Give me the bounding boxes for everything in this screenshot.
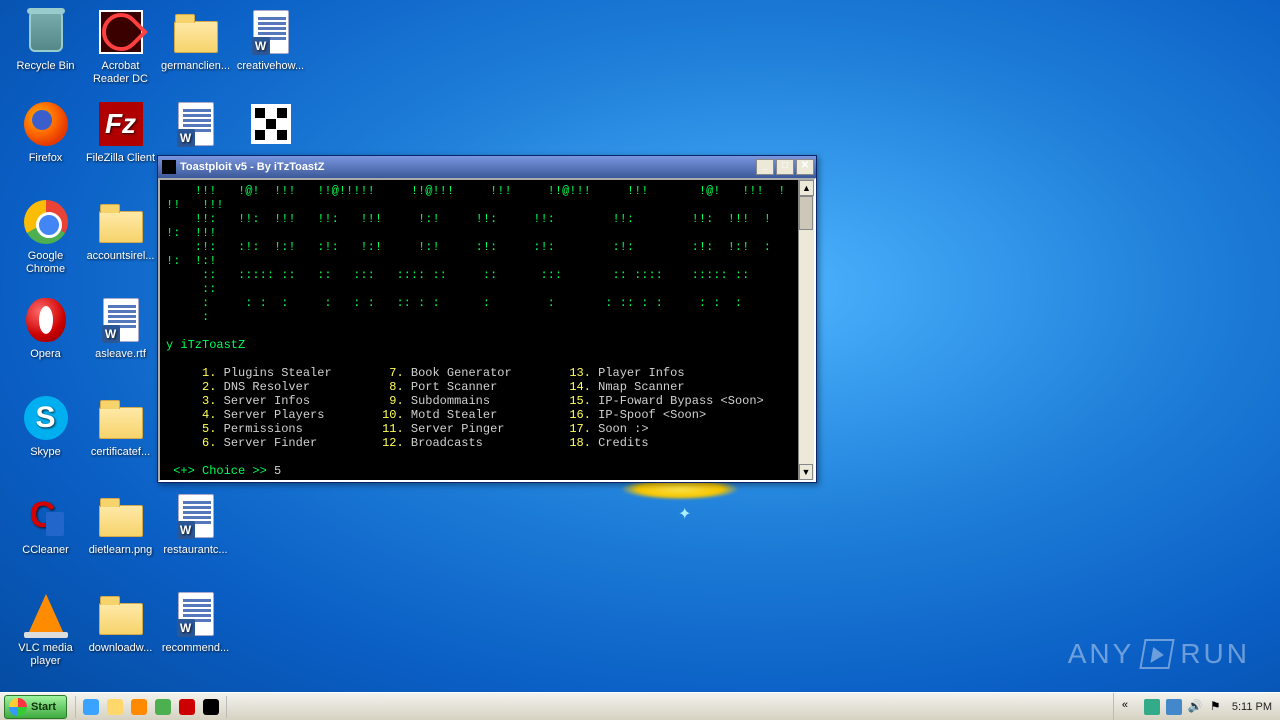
desktop-icon-filezilla[interactable]: Fz FileZilla Client — [83, 100, 158, 165]
scroll-up-button[interactable]: ▲ — [799, 180, 814, 196]
icon-label: VLC media player — [8, 642, 83, 668]
opera-icon — [22, 296, 70, 344]
tray-volume-icon[interactable]: 🔊 — [1188, 699, 1204, 715]
doc-icon — [247, 8, 295, 56]
doc-icon — [172, 590, 220, 638]
scroll-down-button[interactable]: ▼ — [799, 464, 813, 480]
folder-icon — [97, 590, 145, 638]
tray-chevron-icon[interactable]: « — [1122, 699, 1138, 715]
scroll-thumb[interactable] — [799, 196, 813, 230]
toastploit-icon — [203, 699, 219, 715]
exe-icon — [247, 100, 295, 148]
icon-label: FileZilla Client — [83, 152, 158, 165]
quicklaunch-ie[interactable] — [80, 696, 102, 718]
icon-label: restaurantc... — [158, 544, 233, 557]
desktop-icon-firefox[interactable]: Firefox — [8, 100, 83, 165]
start-label: Start — [31, 701, 56, 713]
doc-icon — [97, 296, 145, 344]
firefox-icon — [22, 100, 70, 148]
icon-label: dietlearn.png — [83, 544, 158, 557]
scrollbar[interactable]: ▲ ▼ — [798, 180, 814, 480]
desktop-icon-skype[interactable]: S Skype — [8, 394, 83, 459]
minimize-button[interactable]: _ — [756, 159, 774, 175]
tray-flag-icon[interactable]: ⚑ — [1210, 699, 1226, 715]
desktop-icon-recommend[interactable]: recommend... — [158, 590, 233, 655]
desktop-icon-doc2[interactable] — [158, 100, 233, 152]
icon-label: CCleaner — [8, 544, 83, 557]
desktop-icon-asleave[interactable]: asleave.rtf — [83, 296, 158, 361]
desktop-icon-acrobat[interactable]: Acrobat Reader DC — [83, 8, 158, 86]
icon-label: Firefox — [8, 152, 83, 165]
watermark-text-1: ANY — [1068, 638, 1135, 670]
window-title: Toastploit v5 - By iTzToastZ — [180, 161, 756, 173]
icon-label: Google Chrome — [8, 250, 83, 276]
icon-label: Skype — [8, 446, 83, 459]
bin-icon — [22, 8, 70, 56]
system-tray: « 🔊 ⚑ 5:11 PM — [1113, 693, 1280, 720]
desktop-icon-exe1[interactable] — [233, 100, 308, 152]
wmp-icon — [131, 699, 147, 715]
ccleaner-icon — [22, 492, 70, 540]
icon-label: creativehow... — [233, 60, 308, 73]
icon-label: certificatef... — [83, 446, 158, 459]
desktop-icon-certificatef[interactable]: certificatef... — [83, 394, 158, 459]
watermark-text-2: RUN — [1180, 638, 1250, 670]
desktop-icon-ccleaner[interactable]: CCleaner — [8, 492, 83, 557]
quicklaunch-wmp[interactable] — [128, 696, 150, 718]
tray-shield-icon[interactable] — [1144, 699, 1160, 715]
chrome-icon — [155, 699, 171, 715]
icon-label: germanclien... — [158, 60, 233, 73]
desktop-icon-dietlearn[interactable]: dietlearn.png — [83, 492, 158, 557]
quicklaunch-opera[interactable] — [176, 696, 198, 718]
desktop-icon-downloadw[interactable]: downloadw... — [83, 590, 158, 655]
taskbar: Start « 🔊 ⚑ 5:11 PM — [0, 692, 1280, 720]
console-window: Toastploit v5 - By iTzToastZ _ □ ✕ !!! !… — [157, 155, 817, 483]
quicklaunch-explorer[interactable] — [104, 696, 126, 718]
chrome-icon — [22, 198, 70, 246]
decoration-sparkle: ✦ — [678, 504, 691, 524]
folder-icon — [172, 8, 220, 56]
folder-icon — [97, 394, 145, 442]
icon-label: accountsirel... — [83, 250, 158, 263]
filezilla-icon: Fz — [97, 100, 145, 148]
app-icon — [162, 160, 176, 174]
tray-network-icon[interactable] — [1166, 699, 1182, 715]
explorer-icon — [107, 699, 123, 715]
quicklaunch-toastploit[interactable] — [200, 696, 222, 718]
icon-label: Recycle Bin — [8, 60, 83, 73]
doc-icon — [172, 100, 220, 148]
quick-launch — [75, 696, 227, 718]
acrobat-icon — [97, 8, 145, 56]
icon-label: Acrobat Reader DC — [83, 60, 158, 86]
watermark: ANY RUN — [1068, 638, 1250, 670]
icon-label: Opera — [8, 348, 83, 361]
opera-icon — [179, 699, 195, 715]
folder-icon — [97, 492, 145, 540]
quicklaunch-chrome[interactable] — [152, 696, 174, 718]
play-icon — [1140, 639, 1175, 669]
icon-label: recommend... — [158, 642, 233, 655]
vlc-icon — [22, 590, 70, 638]
clock[interactable]: 5:11 PM — [1232, 701, 1272, 713]
console-output[interactable]: !!! !@! !!! !!@!!!!! !!@!!! !!! !!@!!! !… — [160, 180, 814, 480]
desktop-icon-germanclien[interactable]: germanclien... — [158, 8, 233, 73]
desktop-icon-chrome[interactable]: Google Chrome — [8, 198, 83, 276]
windows-logo-icon — [9, 698, 27, 716]
doc-icon — [172, 492, 220, 540]
desktop-icon-creativehow[interactable]: creativehow... — [233, 8, 308, 73]
desktop-icon-restaurantc[interactable]: restaurantc... — [158, 492, 233, 557]
desktop-icon-accountsirel[interactable]: accountsirel... — [83, 198, 158, 263]
desktop-icon-opera[interactable]: Opera — [8, 296, 83, 361]
start-button[interactable]: Start — [4, 695, 67, 719]
close-button[interactable]: ✕ — [796, 159, 814, 175]
maximize-button[interactable]: □ — [776, 159, 794, 175]
titlebar[interactable]: Toastploit v5 - By iTzToastZ _ □ ✕ — [158, 156, 816, 178]
skype-icon: S — [22, 394, 70, 442]
ie-icon — [83, 699, 99, 715]
desktop-icon-recycle[interactable]: Recycle Bin — [8, 8, 83, 73]
icon-label: downloadw... — [83, 642, 158, 655]
desktop-icon-vlc[interactable]: VLC media player — [8, 590, 83, 668]
folder-icon — [97, 198, 145, 246]
icon-label: asleave.rtf — [83, 348, 158, 361]
